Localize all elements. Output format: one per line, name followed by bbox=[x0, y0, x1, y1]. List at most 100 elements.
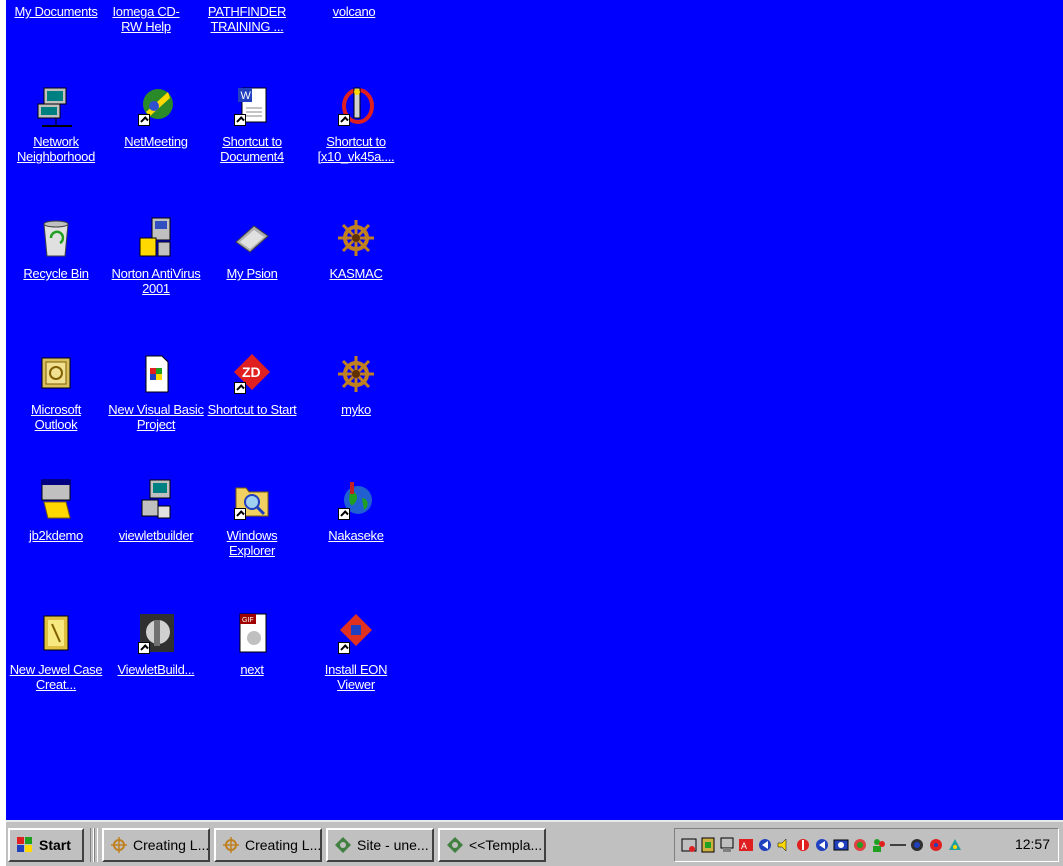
tray-icon[interactable] bbox=[681, 836, 697, 854]
desktop-icon-next[interactable]: GIF next bbox=[202, 612, 302, 677]
globe-icon bbox=[336, 478, 376, 522]
icon-label: My Documents bbox=[14, 4, 98, 19]
app-icon bbox=[335, 837, 351, 853]
taskbar-separator bbox=[94, 828, 98, 862]
task-button-templa[interactable]: <<Templa... bbox=[438, 828, 546, 862]
icon-label: Microsoft Outlook bbox=[30, 402, 82, 432]
ship-wheel-icon bbox=[223, 837, 239, 853]
network-neighborhood-icon bbox=[36, 84, 76, 128]
desktop-icon-pathfinder-training[interactable]: PATHFINDER TRAINING ... bbox=[201, 4, 293, 34]
icon-label: Network Neighborhood bbox=[16, 134, 96, 164]
tray-icon[interactable] bbox=[700, 836, 716, 854]
viewletbuilder-icon bbox=[136, 478, 176, 522]
icon-label: ViewletBuild... bbox=[117, 662, 195, 677]
svg-text:A: A bbox=[741, 841, 747, 851]
desktop-icon-shortcut-to-start[interactable]: ZD Shortcut to Start bbox=[202, 352, 302, 417]
tray-icon[interactable] bbox=[814, 836, 830, 854]
icon-label: volcano bbox=[332, 4, 376, 19]
netmeeting-icon bbox=[136, 84, 176, 128]
gif-file-icon: GIF bbox=[232, 612, 272, 656]
start-button[interactable]: Start bbox=[8, 828, 84, 862]
jewel-case-icon bbox=[36, 612, 76, 656]
desktop-icon-jb2kdemo[interactable]: jb2kdemo bbox=[6, 478, 106, 543]
tray-icon[interactable] bbox=[947, 836, 963, 854]
zd-icon: ZD bbox=[232, 352, 272, 396]
users-icon[interactable] bbox=[871, 836, 887, 854]
icon-label: NetMeeting bbox=[124, 134, 188, 149]
desktop-icon-x10-shortcut[interactable]: Shortcut to [x10_vk45a.... bbox=[306, 84, 406, 164]
desktop-icon-install-eon-viewer[interactable]: Install EON Viewer bbox=[306, 612, 406, 692]
tray-icon[interactable] bbox=[909, 836, 925, 854]
icon-label: next bbox=[240, 662, 264, 677]
shortcut-arrow-icon bbox=[138, 114, 150, 126]
word-document-icon: W bbox=[232, 84, 272, 128]
clock[interactable]: 12:57 bbox=[1015, 836, 1050, 852]
icon-label: viewletbuilder bbox=[118, 528, 194, 543]
icon-label: My Psion bbox=[226, 266, 278, 281]
taskbar: Start Creating L... Creating L... Site -… bbox=[6, 820, 1063, 866]
icon-label: Iomega CD-RW Help bbox=[112, 4, 180, 34]
psion-icon bbox=[232, 216, 272, 260]
tray-icon[interactable] bbox=[719, 836, 735, 854]
desktop-icon-document4[interactable]: W Shortcut to Document4 bbox=[202, 84, 302, 164]
desktop-icon-volcano[interactable]: volcano bbox=[304, 4, 404, 19]
desktop-icon-my-psion[interactable]: My Psion bbox=[202, 216, 302, 281]
icon-label: PATHFINDER TRAINING ... bbox=[207, 4, 287, 34]
shortcut-arrow-icon bbox=[338, 114, 350, 126]
desktop-icon-myko[interactable]: myko bbox=[306, 352, 406, 417]
icon-label: Shortcut to [x10_vk45a.... bbox=[317, 134, 395, 164]
eon-icon bbox=[336, 612, 376, 656]
volume-icon[interactable] bbox=[776, 836, 792, 854]
tray-icon[interactable] bbox=[928, 836, 944, 854]
tray-icon[interactable] bbox=[833, 836, 849, 854]
ship-wheel-icon bbox=[336, 216, 376, 260]
tray-icon[interactable] bbox=[757, 836, 773, 854]
desktop-icon-norton-antivirus[interactable]: Norton AntiVirus 2001 bbox=[106, 216, 206, 296]
icon-label: Norton AntiVirus 2001 bbox=[111, 266, 201, 296]
desktop-icon-viewletbuild-shortcut[interactable]: ViewletBuild... bbox=[106, 612, 206, 677]
shortcut-arrow-icon bbox=[338, 508, 350, 520]
icon-label: New Visual Basic Project bbox=[108, 402, 204, 432]
desktop-icon-network-neighborhood[interactable]: Network Neighborhood bbox=[6, 84, 106, 164]
desktop-icon-viewletbuilder[interactable]: viewletbuilder bbox=[106, 478, 206, 543]
icon-label: Nakaseke bbox=[328, 528, 384, 543]
ship-wheel-icon bbox=[111, 837, 127, 853]
desktop-icon-new-vb-project[interactable]: New Visual Basic Project bbox=[106, 352, 206, 432]
tray-icon[interactable] bbox=[795, 836, 811, 854]
tray-icon[interactable] bbox=[852, 836, 868, 854]
icon-label: myko bbox=[341, 402, 371, 417]
desktop-icon-new-jewel-case[interactable]: New Jewel Case Creat... bbox=[6, 612, 106, 692]
shortcut-arrow-icon bbox=[338, 642, 350, 654]
svg-text:GIF: GIF bbox=[242, 617, 254, 624]
tray-icon[interactable] bbox=[890, 836, 906, 854]
task-label: Creating L... bbox=[133, 837, 210, 853]
desktop-icon-my-documents[interactable]: My Documents bbox=[6, 4, 106, 19]
task-button-site[interactable]: Site - une... bbox=[326, 828, 434, 862]
desktop-icon-nakaseke[interactable]: Nakaseke bbox=[306, 478, 406, 543]
desktop-icon-kasmac[interactable]: KASMAC bbox=[306, 216, 406, 281]
task-label: Site - une... bbox=[357, 837, 429, 853]
task-button-creating-1[interactable]: Creating L... bbox=[102, 828, 210, 862]
outlook-icon bbox=[36, 352, 76, 396]
desktop-icon-recycle-bin[interactable]: Recycle Bin bbox=[6, 216, 106, 281]
desktop-icon-iomega-help[interactable]: Iomega CD-RW Help bbox=[106, 4, 186, 34]
desktop-icon-microsoft-outlook[interactable]: Microsoft Outlook bbox=[6, 352, 106, 432]
explorer-icon bbox=[232, 478, 272, 522]
task-label: Creating L... bbox=[245, 837, 322, 853]
system-tray: A 12:57 bbox=[674, 828, 1059, 862]
start-label: Start bbox=[39, 837, 71, 853]
icon-label: Recycle Bin bbox=[23, 266, 89, 281]
shortcut-arrow-icon bbox=[234, 114, 246, 126]
icon-label: Install EON Viewer bbox=[324, 662, 388, 692]
vb-project-icon bbox=[136, 352, 176, 396]
recycle-bin-icon bbox=[36, 216, 76, 260]
icon-label: Windows Explorer bbox=[226, 528, 278, 558]
tray-icon[interactable]: A bbox=[738, 836, 754, 854]
shortcut-arrow-icon bbox=[234, 508, 246, 520]
task-button-creating-2[interactable]: Creating L... bbox=[214, 828, 322, 862]
desktop-icon-netmeeting[interactable]: NetMeeting bbox=[106, 84, 206, 149]
app-icon bbox=[447, 837, 463, 853]
shortcut-arrow-icon bbox=[234, 382, 246, 394]
desktop-icon-windows-explorer[interactable]: Windows Explorer bbox=[202, 478, 302, 558]
svg-text:W: W bbox=[241, 90, 252, 102]
